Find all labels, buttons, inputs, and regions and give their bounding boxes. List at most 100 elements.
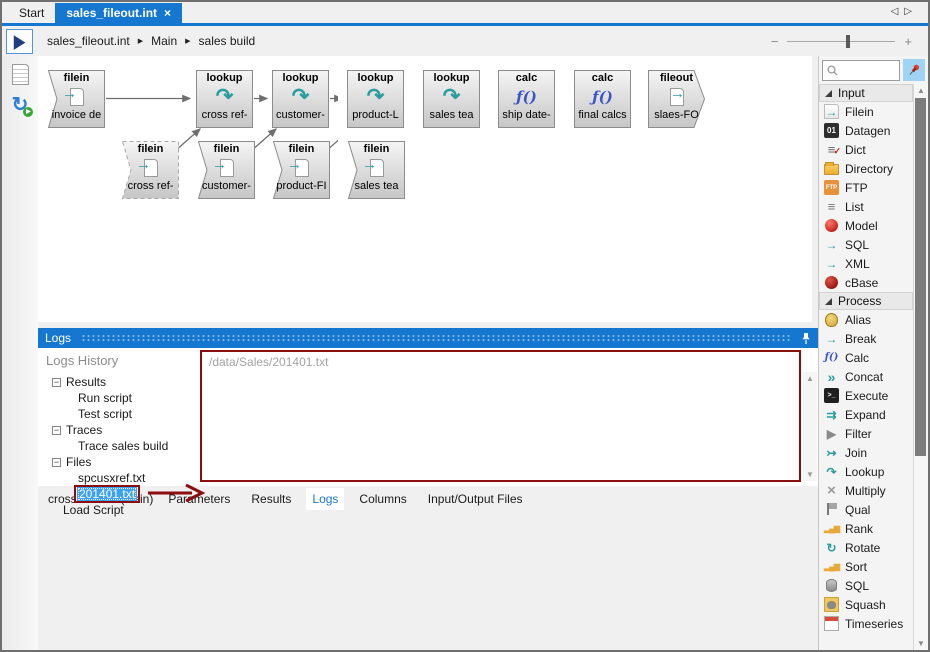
calendar-icon — [824, 616, 839, 631]
zoom-handle[interactable] — [846, 35, 850, 48]
palette-item-lookup[interactable]: ↷Lookup — [819, 462, 913, 481]
log-scrollbar[interactable]: ▲ ▼ — [803, 372, 817, 481]
node-calc-final-calcs[interactable]: calc ƒ() final calcs — [574, 70, 631, 128]
node-filein-invoice[interactable]: filein → invoice de — [48, 70, 105, 128]
filein-icon: → — [348, 155, 405, 180]
zoom-slider[interactable]: − + — [771, 34, 912, 49]
palette-search[interactable] — [822, 60, 900, 81]
tab-results[interactable]: Results — [245, 488, 297, 510]
node-filein-sales-team[interactable]: filein → sales tea — [348, 141, 405, 199]
palette-item-model[interactable]: Model — [819, 216, 913, 235]
palette-pin-button[interactable] — [903, 59, 925, 81]
node-filein-customer[interactable]: filein → customer- — [198, 141, 255, 199]
palette-item-sort[interactable]: ▂▄▆Sort — [819, 557, 913, 576]
tab-scroll-arrows[interactable]: ◁▷ — [891, 6, 918, 17]
palette-item-timeseries[interactable]: Timeseries — [819, 614, 913, 633]
tab-start[interactable]: Start — [8, 3, 55, 23]
tree-leaf-trace-sales-build[interactable]: Trace sales build — [44, 438, 200, 454]
palette-item-directory[interactable]: Directory — [819, 159, 913, 178]
node-fileout-sales[interactable]: fileout → slaes-FO — [648, 70, 705, 128]
tree-leaf-run-script[interactable]: Run script — [44, 390, 200, 406]
node-calc-ship-date[interactable]: calc ƒ() ship date- — [498, 70, 555, 128]
palette-item-ftp[interactable]: FTPFTP — [819, 178, 913, 197]
palette-item-dict[interactable]: ≡✓Dict — [819, 140, 913, 159]
palette-item-list[interactable]: ≡List — [819, 197, 913, 216]
run-button[interactable]: ▶ — [6, 29, 33, 54]
palette-item-qual[interactable]: Qual — [819, 500, 913, 519]
node-lookup-sales-team[interactable]: lookup ↷ sales tea — [423, 70, 480, 128]
tab-scroll-left-icon: ◁ — [891, 6, 905, 17]
scroll-down-icon[interactable]: ▼ — [914, 639, 928, 648]
zoom-track[interactable] — [787, 41, 895, 42]
palette-item-multiply[interactable]: ×Multiply — [819, 481, 913, 500]
log-content-panel[interactable]: /data/Sales/201401.txt — [200, 350, 801, 482]
palette-item-filter[interactable]: ▶Filter — [819, 424, 913, 443]
tree-node-files[interactable]: −Files — [44, 454, 200, 470]
palette-item-execute[interactable]: >_Execute — [819, 386, 913, 405]
pin-icon[interactable] — [801, 332, 811, 345]
annotation-arrow-icon — [148, 484, 206, 502]
palette-item-rank[interactable]: ▂▄▆Rank — [819, 519, 913, 538]
palette-item-filein[interactable]: →Filein — [819, 102, 913, 121]
elephant-icon — [824, 597, 839, 612]
node-lookup-product[interactable]: lookup ↷ product-L — [347, 70, 404, 128]
collapse-icon[interactable]: − — [52, 458, 61, 467]
logs-panel-header[interactable]: Logs — [38, 328, 818, 348]
palette-item-break[interactable]: →Break — [819, 329, 913, 348]
collapse-icon[interactable]: − — [52, 426, 61, 435]
dataflow-canvas[interactable]: filein → invoice de lookup ↷ cross ref- … — [38, 56, 812, 322]
breadcrumb-main[interactable]: Main — [151, 34, 177, 48]
palette-item-concat[interactable]: »Concat — [819, 367, 913, 386]
lookup-icon: ↷ — [196, 84, 253, 109]
palette-scrollbar[interactable]: ▲ ▼ — [913, 84, 928, 650]
filter-icon: ▶ — [824, 426, 839, 441]
palette-item-sql-input[interactable]: →SQL — [819, 235, 913, 254]
logs-history-tree: Logs History −Results Run script Test sc… — [38, 348, 200, 486]
rank-icon: ▂▄▆ — [824, 521, 839, 536]
palette-item-xml[interactable]: →XML — [819, 254, 913, 273]
tab-sales-fileout[interactable]: sales_fileout.int × — [55, 3, 182, 23]
scroll-up-icon[interactable]: ▲ — [806, 374, 814, 383]
palette-item-join[interactable]: ↣Join — [819, 443, 913, 462]
zoom-in-icon[interactable]: + — [904, 34, 912, 49]
scroll-down-icon[interactable]: ▼ — [806, 470, 814, 479]
tree-node-results[interactable]: −Results — [44, 374, 200, 390]
node-filein-cross-ref-selected[interactable]: filein → cross ref- — [122, 141, 179, 199]
palette-section-process[interactable]: Process — [819, 292, 913, 310]
tree-leaf-test-script[interactable]: Test script — [44, 406, 200, 422]
palette-item-datagen[interactable]: 01Datagen — [819, 121, 913, 140]
palette-section-input[interactable]: Input — [819, 84, 913, 102]
zoom-out-icon[interactable]: − — [771, 34, 779, 49]
palette-item-expand[interactable]: ⇉Expand — [819, 405, 913, 424]
tab-input-output-files[interactable]: Input/Output Files — [422, 488, 529, 510]
breadcrumb-root[interactable]: sales_fileout.int — [47, 34, 130, 48]
selected-tree-item[interactable]: 201401.txt — [77, 487, 137, 501]
palette-item-rotate[interactable]: ↻Rotate — [819, 538, 913, 557]
collapse-icon[interactable]: − — [52, 378, 61, 387]
xml-icon: → — [824, 256, 839, 271]
palette-item-calc[interactable]: ƒ()Calc — [819, 348, 913, 367]
palette-item-cbase[interactable]: cBase — [819, 273, 913, 292]
node-lookup-cross-ref[interactable]: lookup ↷ cross ref- — [196, 70, 253, 128]
tree-node-traces[interactable]: −Traces — [44, 422, 200, 438]
node-palette: Input →Filein 01Datagen ≡✓Dict Directory… — [818, 56, 928, 650]
close-icon[interactable]: × — [164, 6, 171, 20]
palette-item-squash[interactable]: Squash — [819, 595, 913, 614]
node-filein-product[interactable]: filein → product-FI — [273, 141, 330, 199]
breadcrumb-sales-build[interactable]: sales build — [199, 34, 256, 48]
palette-search-input[interactable] — [839, 64, 889, 76]
scrollbar-thumb[interactable] — [915, 98, 926, 456]
tree-leaf-load-script[interactable]: Load Script — [44, 502, 200, 518]
palette-item-alias[interactable]: Alias — [819, 310, 913, 329]
break-icon: → — [824, 331, 839, 346]
tab-logs[interactable]: Logs — [306, 488, 344, 510]
logs-history-title: Logs History — [46, 353, 200, 368]
tab-label: sales_fileout.int — [66, 6, 157, 20]
node-lookup-customer[interactable]: lookup ↷ customer- — [272, 70, 329, 128]
scroll-up-icon[interactable]: ▲ — [914, 86, 928, 95]
script-icon[interactable] — [12, 64, 29, 85]
run-recent-icon[interactable]: ↻▶ — [12, 95, 29, 115]
tab-columns[interactable]: Columns — [353, 488, 412, 510]
sort-icon: ▂▄▆ — [824, 559, 839, 574]
palette-item-sql-process[interactable]: SQL — [819, 576, 913, 595]
